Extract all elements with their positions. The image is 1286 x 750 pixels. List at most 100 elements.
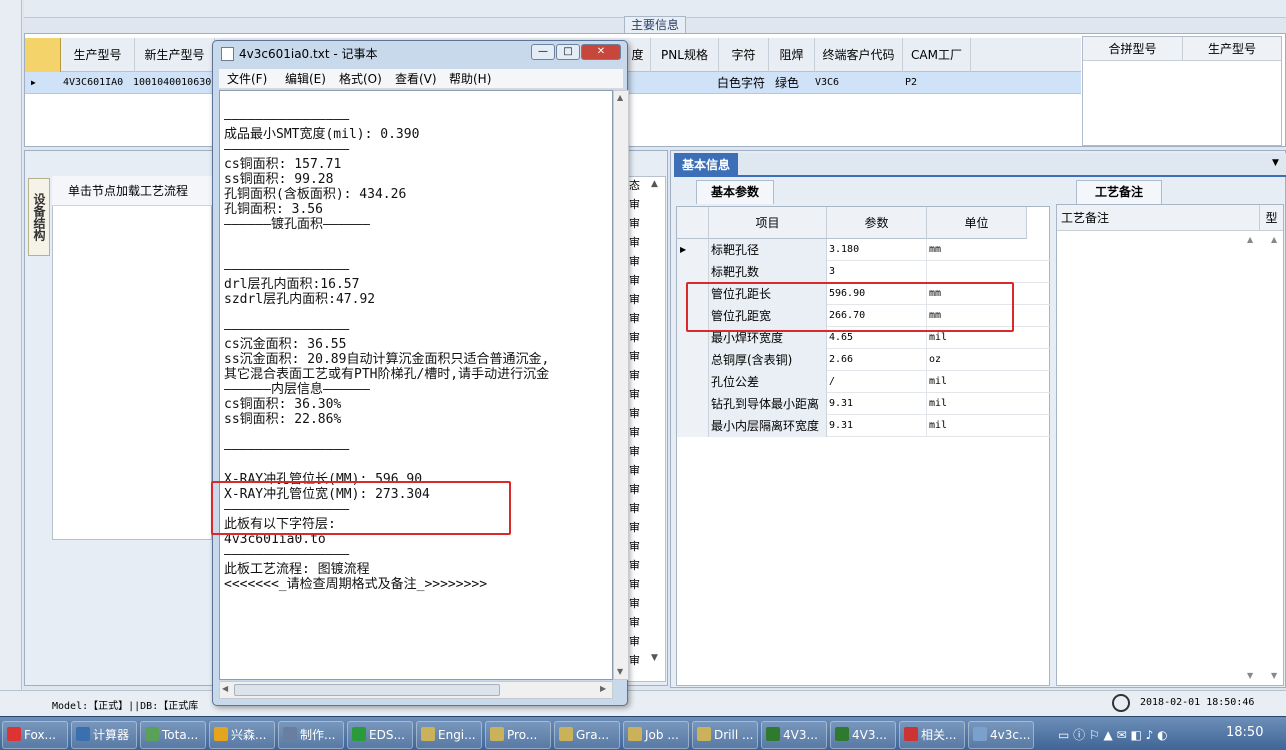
taskbar-button[interactable]: Job ... xyxy=(623,721,689,749)
main-info-tab[interactable]: 主要信息 xyxy=(624,16,686,34)
notes-header[interactable]: 工艺备注 xyxy=(1061,205,1109,231)
col-mask[interactable]: 阻焊 xyxy=(769,38,815,72)
app-icon xyxy=(352,727,366,741)
taskbar-button[interactable]: Engi... xyxy=(416,721,482,749)
vertical-tab-equipment[interactable]: 设备结构 xyxy=(28,178,50,256)
app-icon xyxy=(904,727,918,741)
grid-corner[interactable] xyxy=(25,38,61,72)
np-scroll-down-icon[interactable]: ▼ xyxy=(617,667,623,676)
menu-edit[interactable]: 编辑(E) xyxy=(285,69,326,89)
taskbar-button[interactable]: Drill ... xyxy=(692,721,758,749)
notepad-line: ———————————————— xyxy=(224,547,350,562)
param-unit: oz xyxy=(929,354,942,365)
col-char[interactable]: 字符 xyxy=(719,38,769,72)
notepad-horizontal-scrollbar[interactable]: ◀ ▶ xyxy=(219,681,613,699)
col-customer-code[interactable]: 终端客户代码 xyxy=(815,38,903,72)
status-item: 审 xyxy=(629,635,640,648)
menu-file[interactable]: 文件(F) xyxy=(227,69,267,89)
col-new-model[interactable]: 新生产型号 xyxy=(135,38,215,72)
param-value[interactable]: 3 xyxy=(827,261,927,283)
menu-view[interactable]: 查看(V) xyxy=(395,69,437,89)
tray-icons[interactable]: ▭ ⓘ ⚐ ▲ ✉ ◧ ♪ ◐ xyxy=(1058,726,1168,743)
taskbar-clock[interactable]: 18:50 xyxy=(1226,725,1263,740)
col-combine-prod[interactable]: 生产型号 xyxy=(1183,37,1281,61)
col-width[interactable]: 度 xyxy=(625,38,651,72)
notes-scroll-up2-icon[interactable]: ▲ xyxy=(1271,235,1277,244)
col-combine-model[interactable]: 合拼型号 xyxy=(1083,37,1183,61)
param-unit: mil xyxy=(929,376,948,387)
tab-process-notes[interactable]: 工艺备注 xyxy=(1076,180,1162,204)
param-row[interactable]: 总铜厚(含表铜) 2.66 oz xyxy=(677,349,1051,371)
param-value[interactable]: 9.31 xyxy=(827,393,927,415)
notes-scroll-up-icon[interactable]: ▲ xyxy=(1247,235,1253,244)
col-item[interactable]: 项目 xyxy=(709,207,827,239)
col-pnl[interactable]: PNL规格 xyxy=(651,38,719,72)
taskbar-button[interactable]: 4V3... xyxy=(830,721,896,749)
col-unit[interactable]: 单位 xyxy=(927,207,1027,239)
notepad-line xyxy=(224,97,612,112)
row-pointer-icon xyxy=(677,393,709,415)
taskbar-button[interactable]: 计算器 xyxy=(71,721,137,749)
param-value[interactable]: / xyxy=(827,371,927,393)
col-model[interactable]: 生产型号 xyxy=(61,38,135,72)
param-name: 标靶孔径 xyxy=(709,239,827,261)
minimize-icon[interactable]: — xyxy=(531,44,555,60)
param-row[interactable]: 孔位公差 / mil xyxy=(677,371,1051,393)
np-scroll-thumb[interactable] xyxy=(234,684,500,696)
col-cam-factory[interactable]: CAM工厂 xyxy=(903,38,971,72)
param-row[interactable]: ▶ 标靶孔径 3.180 mm xyxy=(677,239,1051,261)
notepad-line: ———————————————— xyxy=(224,322,350,337)
np-scroll-right-icon[interactable]: ▶ xyxy=(600,684,606,693)
taskbar-button[interactable]: Pro... xyxy=(485,721,551,749)
close-icon[interactable]: ✕ xyxy=(581,44,621,60)
taskbar-button[interactable]: 制作... xyxy=(278,721,344,749)
taskbar-button[interactable]: EDS... xyxy=(347,721,413,749)
left-strip xyxy=(0,0,22,716)
notes-type-header[interactable]: 型 xyxy=(1259,205,1283,231)
app-icon xyxy=(7,727,21,741)
param-name: 标靶孔数 xyxy=(709,261,827,283)
highlight-box-notepad xyxy=(211,481,511,535)
app-window: 主要信息 生产型号 新生产型号 度 PNL规格 字符 阻焊 终端客户代码 CAM… xyxy=(0,0,1286,716)
notepad-line: drl层孔内面积:16.57 xyxy=(224,277,360,292)
notes-scroll-down-icon[interactable]: ▼ xyxy=(1247,671,1253,680)
taskbar-button[interactable]: 相关... xyxy=(899,721,965,749)
notes-header-row: 工艺备注 型 xyxy=(1057,205,1283,231)
notes-scroll-down2-icon[interactable]: ▼ xyxy=(1271,671,1277,680)
scroll-up-icon[interactable]: ▲ xyxy=(651,179,658,189)
dropdown-arrow-icon[interactable]: ▼ xyxy=(1272,158,1279,168)
taskbar-button[interactable]: Fox... xyxy=(2,721,68,749)
maximize-icon[interactable]: □ xyxy=(556,44,580,60)
taskbar-button[interactable]: Tota... xyxy=(140,721,206,749)
notepad-line xyxy=(224,247,612,262)
notepad-vertical-scrollbar[interactable]: ▲ ▼ xyxy=(613,90,629,680)
col-param[interactable]: 参数 xyxy=(827,207,927,239)
param-value[interactable]: 2.66 xyxy=(827,349,927,371)
tab-basic-params[interactable]: 基本参数 xyxy=(696,180,774,204)
taskbar-button[interactable]: 兴森... xyxy=(209,721,275,749)
taskbar-button[interactable]: 4V3... xyxy=(761,721,827,749)
param-row[interactable]: 钻孔到导体最小距离 9.31 mil xyxy=(677,393,1051,415)
param-row[interactable]: 标靶孔数 3 xyxy=(677,261,1051,283)
param-row[interactable]: 最小内层隔离环宽度 9.31 mil xyxy=(677,415,1051,437)
param-value[interactable]: 3.180 xyxy=(827,239,927,261)
scroll-down-icon[interactable]: ▼ xyxy=(651,653,658,663)
param-name: 最小内层隔离环宽度 xyxy=(709,415,827,437)
param-value[interactable]: 9.31 xyxy=(827,415,927,437)
row-pointer-icon xyxy=(677,349,709,371)
status-item: 审 xyxy=(629,502,640,515)
app-icon xyxy=(628,727,642,741)
basic-info-tab[interactable]: 基本信息 xyxy=(674,153,738,177)
notepad-window[interactable]: 4v3c601ia0.txt - 记事本 — □ ✕ 文件(F) 编辑(E) 格式(… xyxy=(211,40,629,706)
status-item: 审 xyxy=(629,388,640,401)
menu-help[interactable]: 帮助(H) xyxy=(449,69,491,89)
notepad-text-area[interactable]: ———————————————— 成品最小SMT宽度(mil): 0.390 ———… xyxy=(219,90,613,680)
taskbar-button[interactable]: 4v3c... xyxy=(968,721,1034,749)
app-icon xyxy=(835,727,849,741)
flow-tree[interactable] xyxy=(52,176,212,540)
menu-format[interactable]: 格式(O) xyxy=(339,69,382,89)
np-scroll-left-icon[interactable]: ◀ xyxy=(222,684,228,693)
cell-mask: 绿色 xyxy=(775,76,800,90)
np-scroll-up-icon[interactable]: ▲ xyxy=(617,93,623,102)
taskbar-button[interactable]: Gra... xyxy=(554,721,620,749)
